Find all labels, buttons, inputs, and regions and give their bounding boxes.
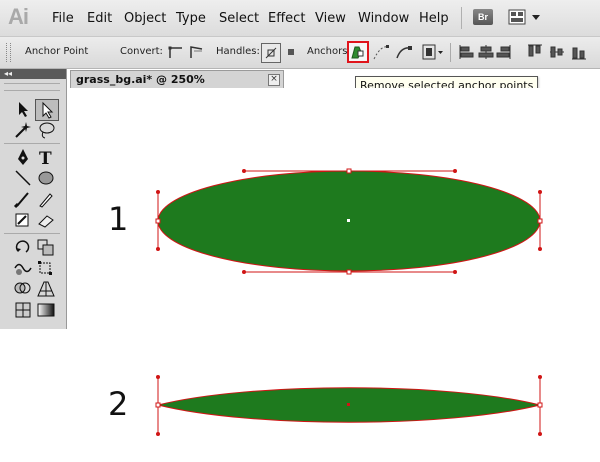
anchor-point-left (155, 218, 161, 224)
anchor-point-bottom (346, 269, 352, 275)
handle-point (538, 247, 542, 251)
handle-point (538, 190, 542, 194)
handle-point (156, 247, 160, 251)
anchor-point-top (346, 168, 352, 174)
anchor-point-left (155, 402, 161, 408)
handle-point (453, 270, 457, 274)
ellipse-2-path[interactable] (155, 375, 543, 436)
handle-point (538, 432, 542, 436)
handle-point (538, 375, 542, 379)
handle-point (156, 375, 160, 379)
handle-point (156, 190, 160, 194)
handle-point (453, 169, 457, 173)
handle-point (242, 270, 246, 274)
artwork (155, 168, 543, 436)
anchor-point-right (537, 402, 543, 408)
handle-point (242, 169, 246, 173)
center-point (347, 403, 350, 406)
ellipse-1-path[interactable] (155, 168, 543, 275)
handle-point (156, 432, 160, 436)
anchor-point-right (537, 218, 543, 224)
center-point (347, 219, 350, 222)
